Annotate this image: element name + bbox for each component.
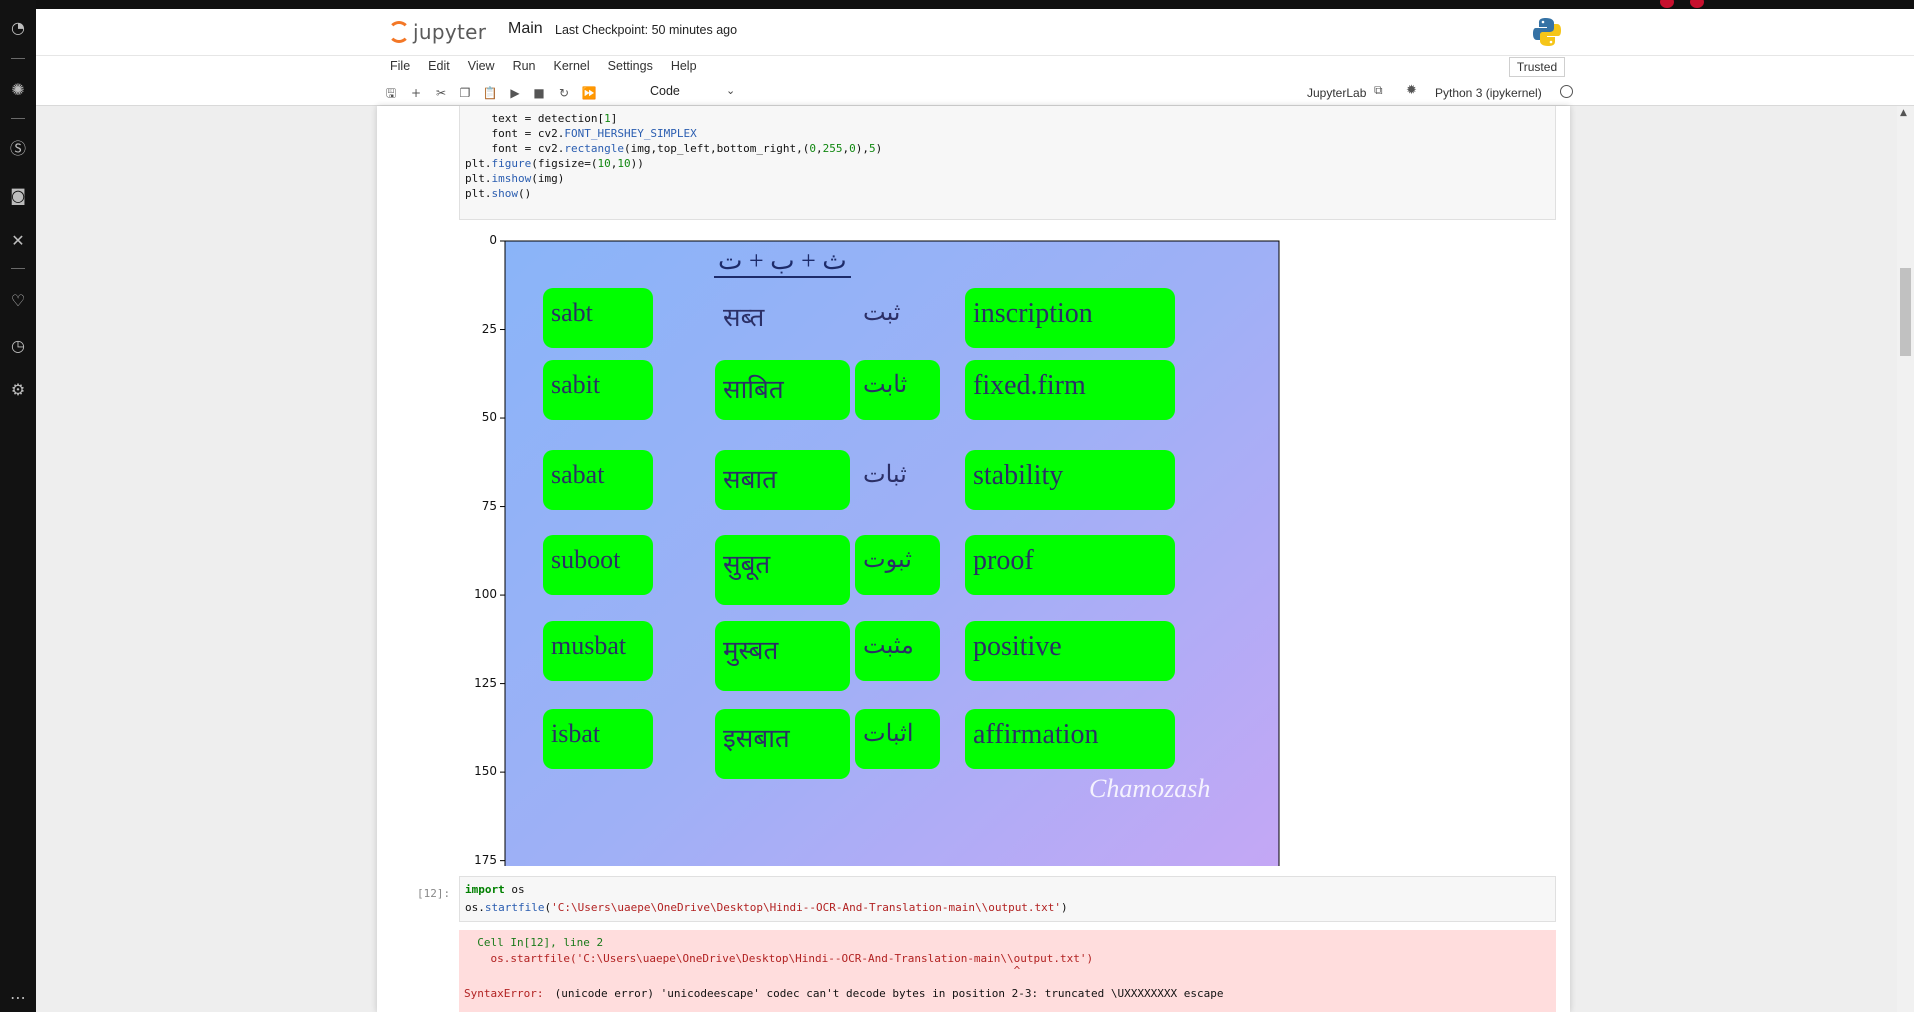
history-clock-icon[interactable]: ◷: [5, 333, 31, 359]
detected-word: ثابت: [863, 372, 908, 398]
skype-icon[interactable]: Ⓢ: [5, 136, 31, 162]
cut-icon[interactable]: ✂: [432, 84, 450, 102]
kernel-status-icon: [1560, 85, 1573, 98]
menu-help[interactable]: Help: [671, 59, 697, 73]
y-tick-label: 50: [481, 410, 497, 425]
detected-word: suboot: [551, 545, 621, 574]
menu-kernel[interactable]: Kernel: [554, 59, 590, 73]
window-top-strip: [0, 0, 1914, 9]
code-cell-input[interactable]: import os os.startfile('C:\Users\uaepe\O…: [459, 876, 1556, 922]
more-options-icon[interactable]: ⋯: [5, 985, 31, 1011]
speedometer-icon[interactable]: ◔: [5, 15, 31, 41]
add-cell-icon[interactable]: +: [407, 84, 425, 102]
detected-word: اثبات: [863, 721, 914, 747]
detected-word: सब्त: [723, 303, 765, 332]
detected-word: sabat: [551, 460, 605, 489]
debugger-icon[interactable]: ✹: [1406, 83, 1417, 98]
notebook-toolbar: 🖫 + ✂ ❐ 📋 ▶ ■ ↻ ⏩ Code ⌄ JupyterLab ⧉ ✹ …: [36, 80, 1914, 106]
stop-kernel-icon[interactable]: ■: [530, 84, 548, 102]
y-tick-label: 150: [474, 764, 497, 779]
kernel-name[interactable]: Python 3 (ipykernel): [1435, 86, 1542, 100]
cell-type-select[interactable]: Code: [650, 84, 680, 98]
trusted-badge[interactable]: Trusted: [1509, 57, 1565, 77]
recording-indicator-icon: [1660, 0, 1674, 8]
jupyterlab-link[interactable]: JupyterLab: [1307, 86, 1366, 100]
run-cell-icon[interactable]: ▶: [506, 84, 524, 102]
error-type: SyntaxError:: [464, 987, 544, 1000]
error-output: Cell In[12], line 2 os.startfile('C:\Use…: [459, 930, 1556, 1012]
restart-kernel-icon[interactable]: ↻: [555, 84, 573, 102]
code-line: os.startfile('C:\Users\uaepe\OneDrive\De…: [465, 901, 1068, 914]
jupyter-logo[interactable]: jupyter: [388, 17, 486, 47]
jupyter-logo-text: jupyter: [413, 20, 487, 44]
last-checkpoint: Last Checkpoint: 50 minutes ago: [555, 23, 738, 37]
menu-edit[interactable]: Edit: [428, 59, 450, 73]
detected-word: मुस्बत: [723, 636, 779, 665]
detected-word: ثبات: [863, 462, 907, 488]
menu-bar: File Edit View Run Kernel Settings Help …: [36, 55, 1914, 80]
detected-word: inscription: [973, 298, 1093, 329]
cell-prompt: [12]:: [417, 887, 451, 900]
detected-word: इसबात: [723, 724, 790, 753]
separator: [11, 268, 25, 269]
error-cell-ref: Cell In[12], line 2: [464, 936, 604, 949]
heart-icon[interactable]: ♡: [5, 288, 31, 314]
y-tick-label: 25: [481, 321, 497, 336]
error-message: (unicode error) 'unicodeescape' codec ca…: [548, 987, 1224, 1000]
menu-view[interactable]: View: [468, 59, 495, 73]
detected-word: sabt: [551, 298, 593, 327]
notebook-name[interactable]: Main: [508, 20, 543, 38]
detected-word: proof: [973, 545, 1034, 576]
chevron-down-icon[interactable]: ⌄: [726, 84, 735, 97]
notebook-panel: text = detection[1] font = cv2.FONT_HERS…: [377, 106, 1570, 1012]
detected-word: ثبت: [863, 300, 901, 326]
save-icon[interactable]: 🖫: [382, 84, 400, 102]
detected-word: مثبت: [863, 633, 914, 659]
python-logo-icon: [1533, 18, 1561, 46]
code-line: import os: [465, 883, 525, 896]
detected-word: sabit: [551, 370, 601, 399]
detected-word: musbat: [551, 631, 627, 660]
y-tick-label: 0: [489, 233, 497, 247]
error-caret: ^: [464, 964, 1021, 977]
detected-word: stability: [973, 460, 1064, 491]
separator: [11, 118, 25, 119]
notebook-header: jupyter Main Last Checkpoint: 50 minutes…: [36, 9, 1914, 55]
paste-icon[interactable]: 📋: [481, 84, 499, 102]
detected-word: fixed.firm: [973, 370, 1086, 401]
chatgpt-icon[interactable]: ✺: [5, 77, 31, 103]
detected-word: positive: [973, 631, 1062, 662]
external-link-icon[interactable]: ⧉: [1374, 83, 1383, 98]
menu-run[interactable]: Run: [513, 59, 536, 73]
image-watermark: Chamozash: [1089, 774, 1211, 803]
recording-indicator-icon: [1690, 0, 1704, 8]
run-all-icon[interactable]: ⏩: [580, 84, 598, 102]
scroll-up-icon[interactable]: ▲: [1900, 108, 1907, 118]
image-title-urdu: ث + ب + ت: [714, 246, 851, 278]
instagram-icon[interactable]: ◙: [5, 183, 31, 209]
detected-word: सुबूत: [723, 550, 771, 579]
separator: [11, 58, 25, 59]
menu-file[interactable]: File: [390, 59, 410, 73]
scrollbar-thumb[interactable]: [1900, 268, 1911, 356]
detected-word: ثبوت: [863, 547, 912, 573]
settings-gear-icon[interactable]: ⚙: [5, 377, 31, 403]
detected-word: affirmation: [973, 719, 1099, 750]
y-tick-label: 75: [481, 498, 497, 513]
vertical-scrollbar[interactable]: ▲: [1897, 106, 1914, 1012]
y-tick-label: 100: [474, 587, 497, 602]
left-app-bar: ◔ ✺ Ⓢ ◙ ✕ ♡ ◷ ⚙ ⋯: [0, 0, 36, 1012]
menu-settings[interactable]: Settings: [608, 59, 653, 73]
detected-word: साबित: [723, 375, 784, 404]
x-twitter-icon[interactable]: ✕: [5, 228, 31, 254]
jupyter-logo-icon: [388, 21, 410, 43]
y-tick-label: 175: [474, 852, 497, 867]
y-tick-label: 125: [474, 675, 497, 690]
detected-word: सबात: [723, 465, 777, 494]
copy-icon[interactable]: ❐: [456, 84, 474, 102]
detected-word: isbat: [551, 719, 601, 748]
